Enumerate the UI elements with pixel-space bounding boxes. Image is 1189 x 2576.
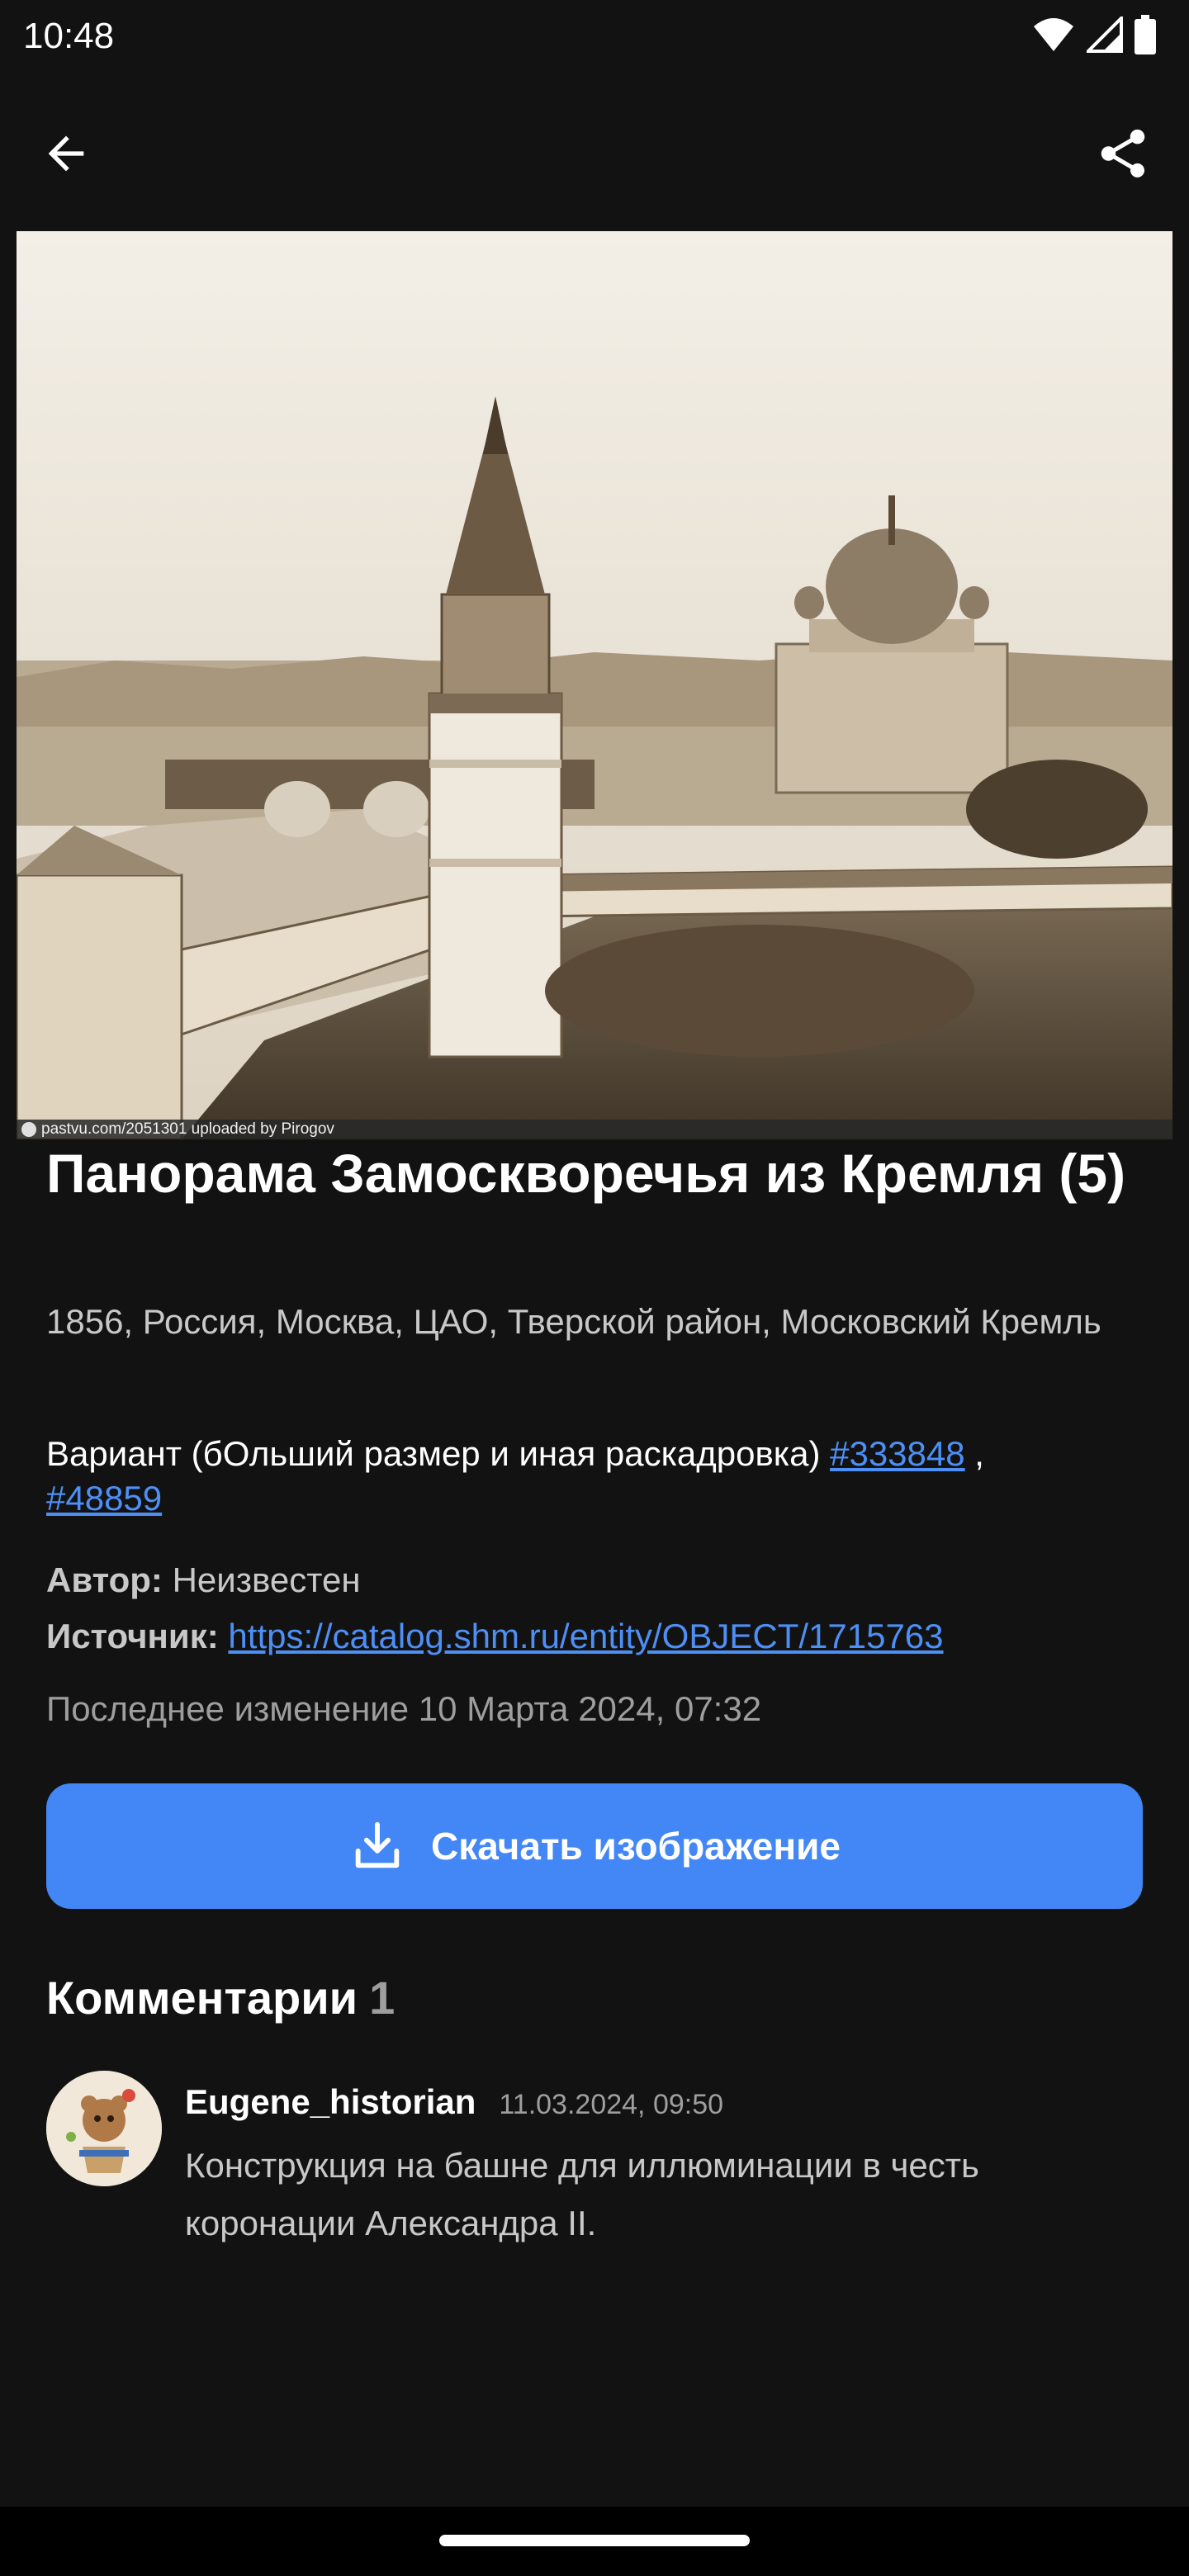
comment-item: Eugene_historian 11.03.2024, 09:50 Конст… (46, 2071, 1144, 2252)
status-bar: 10:48 (0, 0, 1189, 73)
home-indicator[interactable] (439, 2535, 750, 2546)
download-icon (355, 1821, 400, 1868)
location-text: 1856, Россия, Москва, ЦАО, Тверской райо… (46, 1302, 1101, 1341)
author-label: Автор: (46, 1560, 163, 1599)
arrow-left-icon (48, 135, 84, 172)
author-value: Неизвестен (162, 1560, 361, 1599)
photo-image (17, 231, 1172, 1139)
author-row: Автор: Неизвестен (46, 1552, 1144, 1608)
share-icon (1101, 129, 1145, 178)
share-button[interactable] (1087, 117, 1159, 190)
source-label: Источник: (46, 1617, 219, 1655)
source-row: Источник: https://catalog.shm.ru/entity/… (46, 1608, 1144, 1664)
author-source-block: Автор: Неизвестен Источник: https://cata… (46, 1552, 1144, 1664)
variant-separator: , (964, 1434, 984, 1473)
download-button-label: Скачать изображение (431, 1825, 841, 1868)
signal-icon (1087, 17, 1123, 53)
navigation-bar (0, 2507, 1189, 2576)
photo[interactable]: pastvu.com/2051301 uploaded by Pirogov (17, 231, 1172, 1139)
comments-title: Комментарии (46, 1972, 358, 2024)
avatar[interactable] (46, 2071, 162, 2186)
battery-icon (1135, 15, 1156, 54)
comment-author[interactable]: Eugene_historian (185, 2082, 476, 2122)
source-link[interactable]: https://catalog.shm.ru/entity/OBJECT/171… (228, 1617, 943, 1655)
comments-heading: Комментарии 1 (46, 1965, 395, 2031)
pastvu-logo-icon (21, 1122, 36, 1137)
avatar-image (46, 2071, 162, 2186)
last-modified-text: Последнее изменение 10 Марта 2024, 07:32 (46, 1689, 762, 1728)
photo-caption-text: pastvu.com/2051301 uploaded by Pirogov (41, 1120, 334, 1138)
comment-header: Eugene_historian 11.03.2024, 09:50 (185, 2082, 723, 2122)
comments-count: 1 (369, 1972, 396, 2024)
comment-text: Конструкция на башне для иллюминации в ч… (185, 2146, 979, 2242)
variant-link-2[interactable]: #48859 (46, 1479, 162, 1518)
download-button[interactable]: Скачать изображение (46, 1783, 1143, 1909)
variant-text: Вариант (бОльший размер и иная раскадров… (46, 1434, 831, 1473)
variant-link-1[interactable]: #333848 (830, 1434, 965, 1473)
status-time: 10:48 (23, 16, 115, 56)
status-icons (1032, 15, 1156, 54)
comment-date: 11.03.2024, 09:50 (499, 2089, 724, 2120)
variant-line: Вариант (бОльший размер и иная раскадров… (46, 1432, 1144, 1521)
wifi-icon (1034, 18, 1073, 51)
photo-caption: pastvu.com/2051301 uploaded by Pirogov (17, 1120, 1172, 1139)
page-title: Панорама Замоскворечья из Кремля (5) (46, 1143, 1126, 1204)
app-bar (0, 99, 1189, 198)
back-button[interactable] (30, 117, 102, 190)
